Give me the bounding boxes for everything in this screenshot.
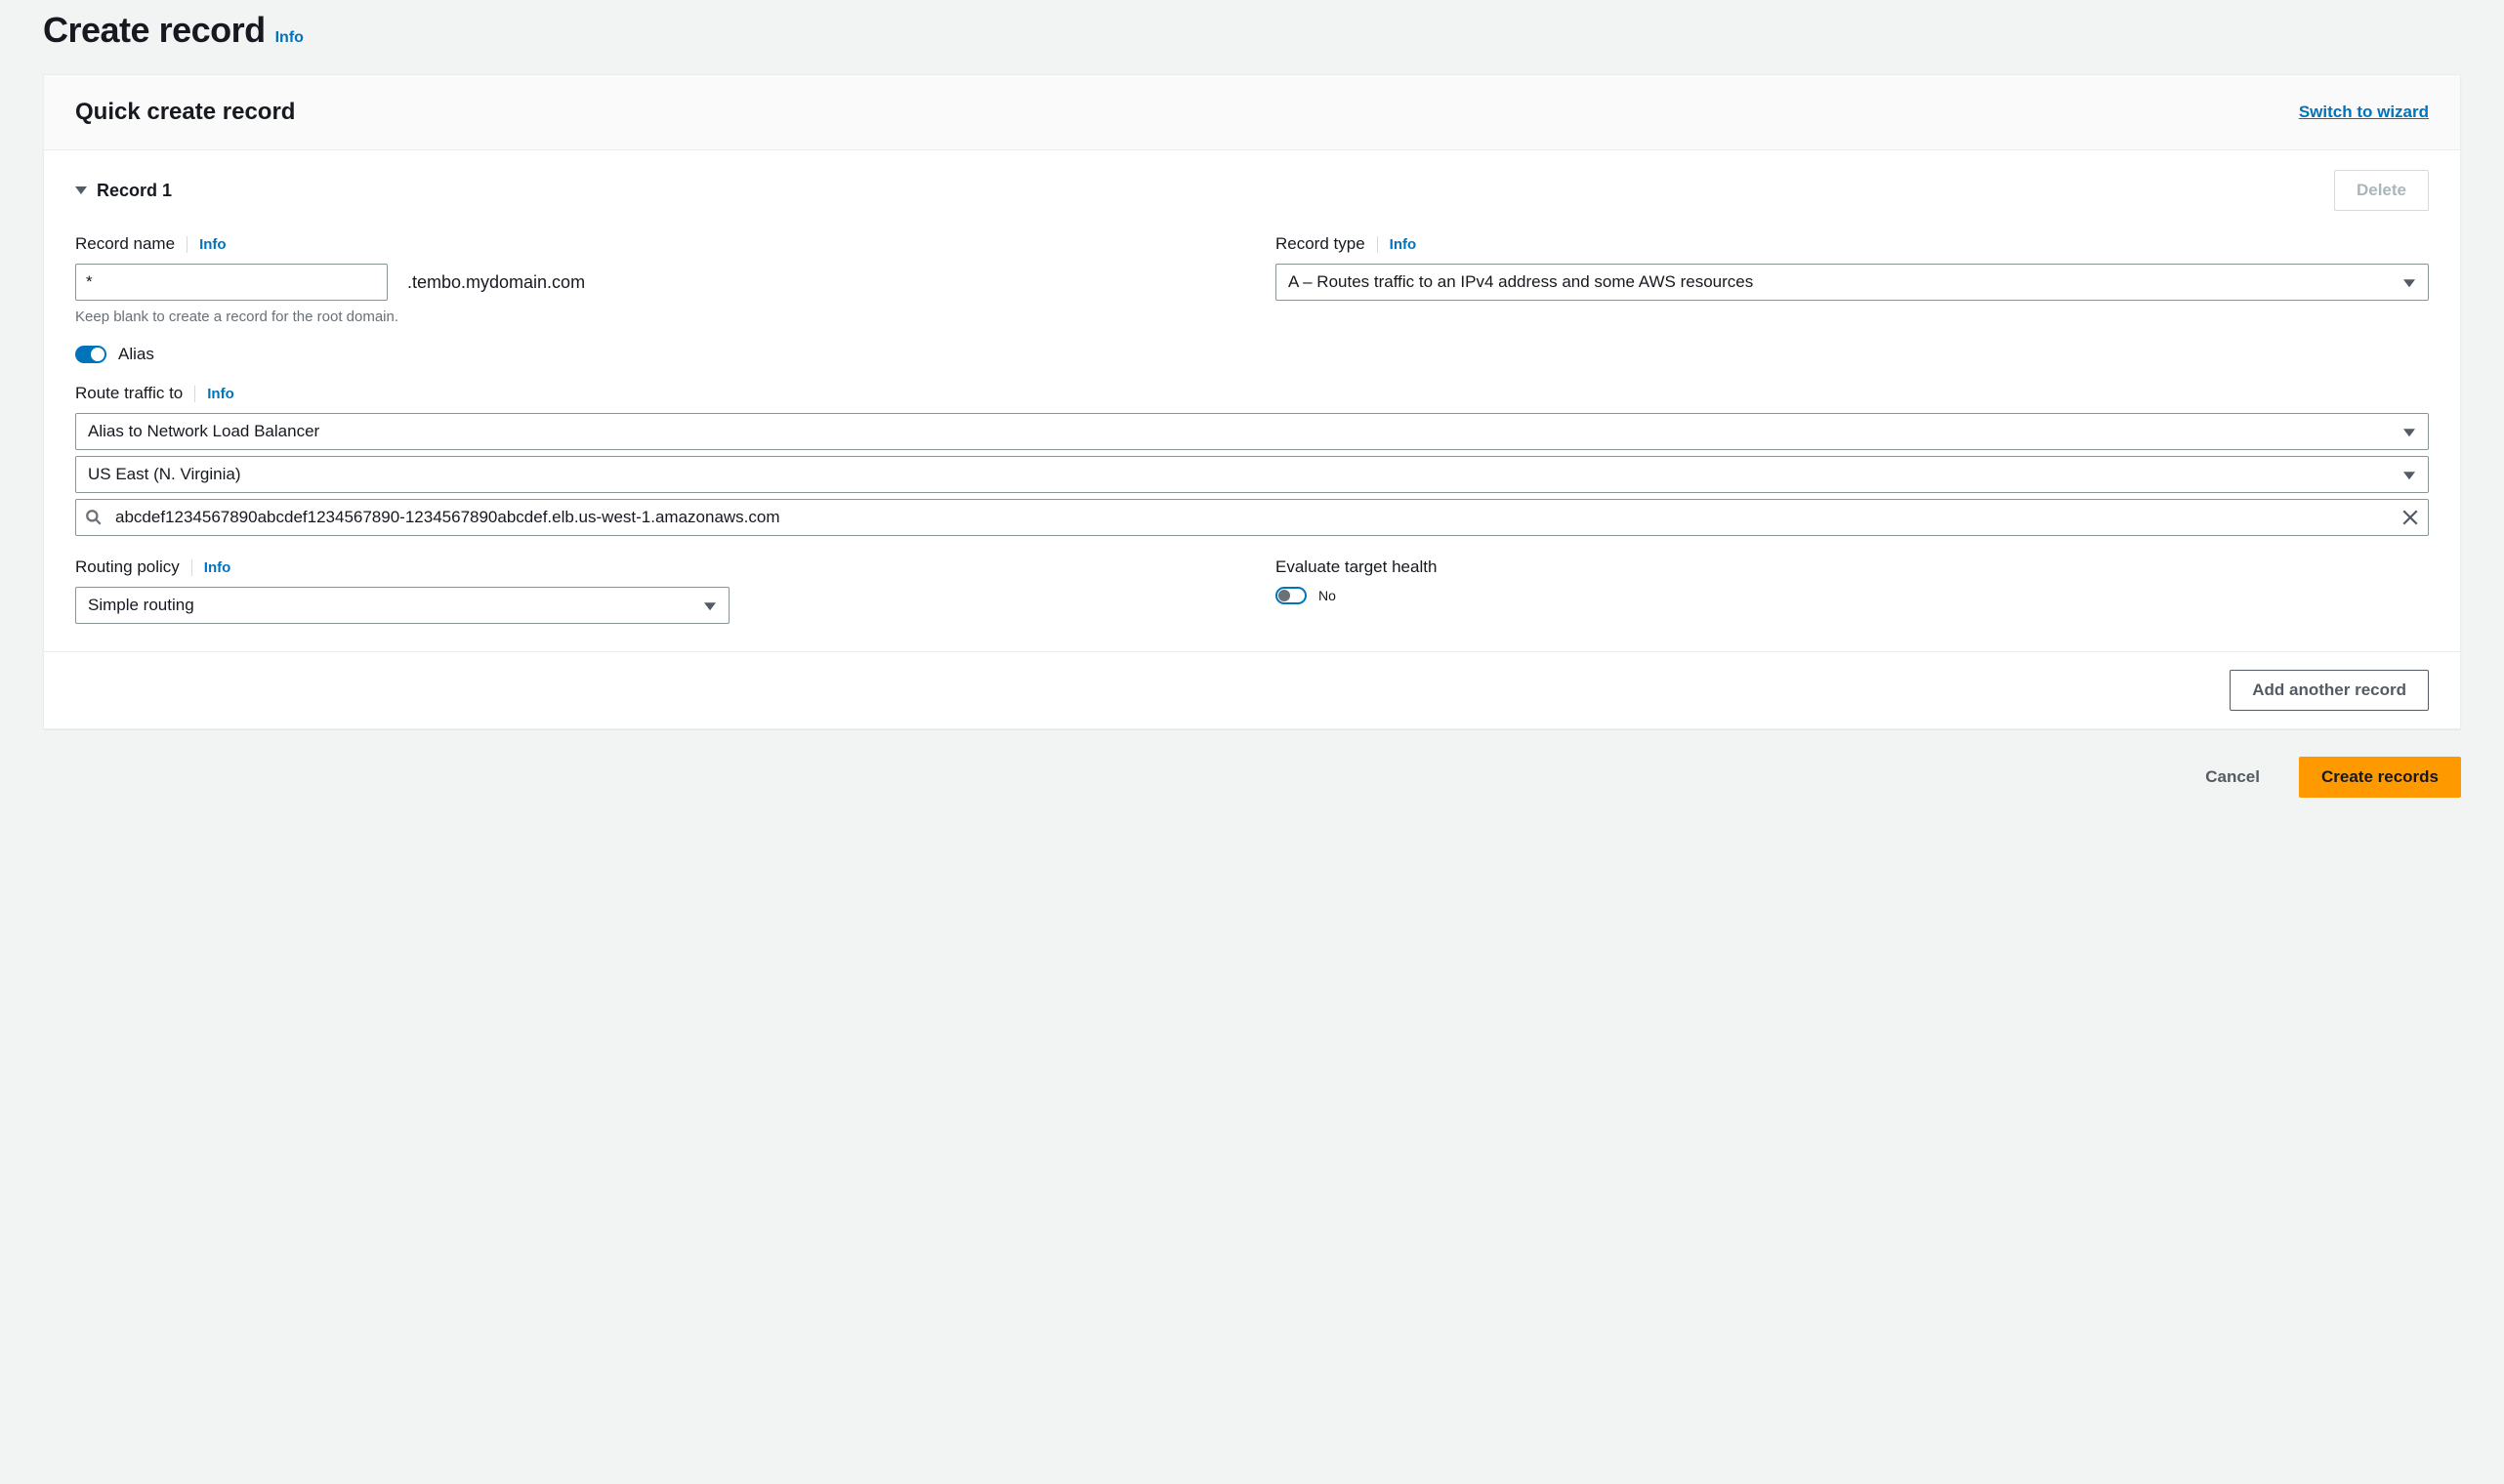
delete-record-button[interactable]: Delete <box>2334 170 2429 211</box>
quick-create-panel: Quick create record Switch to wizard Rec… <box>43 74 2461 729</box>
page-info-link[interactable]: Info <box>275 29 304 47</box>
record-type-label: Record type <box>1275 234 1365 254</box>
evaluate-health-value: No <box>1318 588 1336 603</box>
cancel-button[interactable]: Cancel <box>2184 758 2281 797</box>
caret-down-icon[interactable] <box>75 186 87 194</box>
domain-suffix: .tembo.mydomain.com <box>407 272 585 293</box>
record-name-input[interactable] <box>75 264 388 301</box>
create-records-button[interactable]: Create records <box>2299 757 2461 798</box>
record-name-info-link[interactable]: Info <box>187 236 227 253</box>
routing-policy-select[interactable]: Simple routing <box>75 587 730 624</box>
record-name-hint: Keep blank to create a record for the ro… <box>75 309 1229 325</box>
evaluate-health-toggle[interactable] <box>1275 587 1307 604</box>
routing-policy-info-link[interactable]: Info <box>191 559 231 576</box>
record-name-label: Record name <box>75 234 175 254</box>
switch-to-wizard-link[interactable]: Switch to wizard <box>2299 103 2429 122</box>
record-type-select[interactable]: A – Routes traffic to an IPv4 address an… <box>1275 264 2429 301</box>
panel-title: Quick create record <box>75 99 295 126</box>
routing-policy-label: Routing policy <box>75 557 180 577</box>
alias-toggle-label: Alias <box>118 345 154 364</box>
record-type-info-link[interactable]: Info <box>1377 236 1417 253</box>
region-select[interactable]: US East (N. Virginia) <box>75 456 2429 493</box>
page-title: Create record <box>43 10 266 51</box>
endpoint-type-select[interactable]: Alias to Network Load Balancer <box>75 413 2429 450</box>
close-icon[interactable] <box>2401 509 2419 526</box>
route-traffic-label: Route traffic to <box>75 384 183 403</box>
evaluate-health-label: Evaluate target health <box>1275 557 1437 577</box>
record-heading: Record 1 <box>97 181 172 201</box>
add-another-record-button[interactable]: Add another record <box>2230 670 2429 711</box>
route-traffic-info-link[interactable]: Info <box>194 386 234 402</box>
search-icon <box>85 509 103 526</box>
alias-toggle[interactable] <box>75 346 106 363</box>
load-balancer-select[interactable]: abcdef1234567890abcdef1234567890-1234567… <box>75 499 2429 536</box>
